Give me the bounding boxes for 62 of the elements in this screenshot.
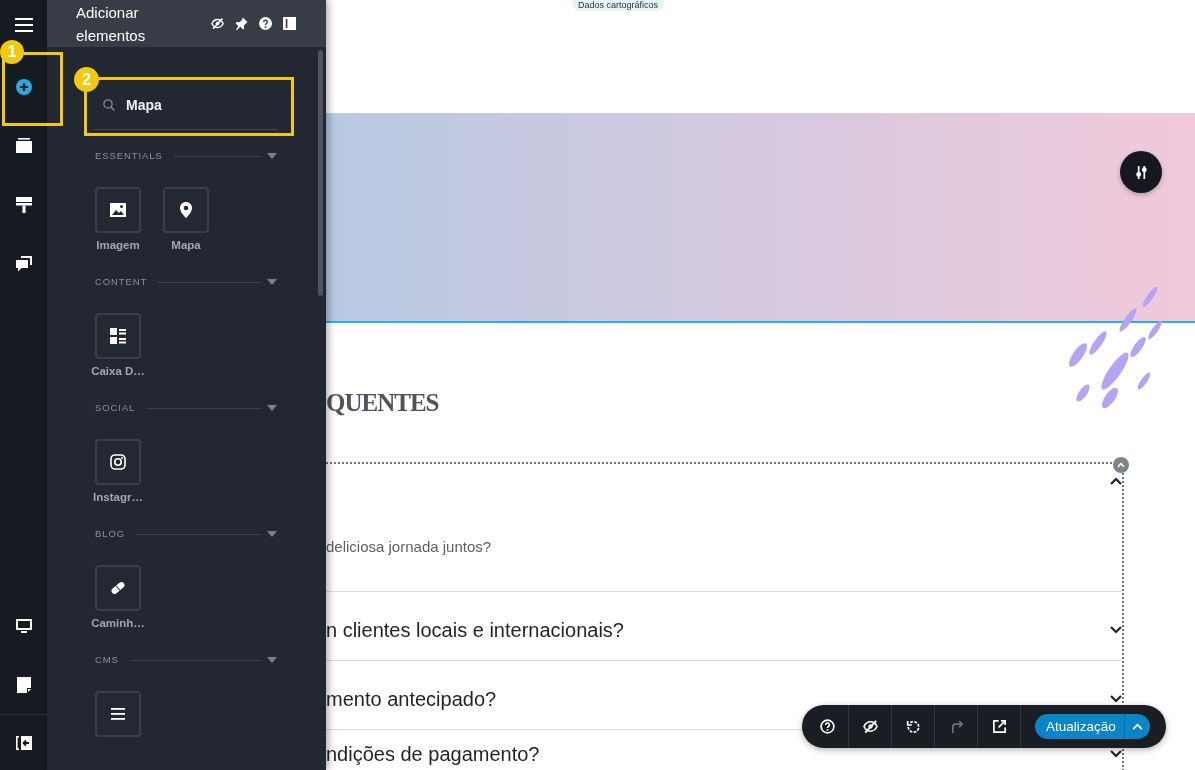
caret-down-icon[interactable] <box>267 279 277 285</box>
section-label: ESSENTIALS <box>95 149 163 163</box>
faq-question[interactable]: ndições de pagamento? <box>326 742 540 766</box>
list-icon <box>110 706 126 722</box>
layout-icon <box>110 328 126 344</box>
tile-label: Mapa <box>171 238 201 253</box>
options-button[interactable] <box>1123 714 1150 739</box>
scrollbar[interactable] <box>318 50 323 296</box>
tile-label: Caixa D… <box>91 364 145 379</box>
map-attribution: Dados cartográficos <box>572 0 665 11</box>
search-icon <box>103 99 115 111</box>
chat-icon[interactable] <box>15 255 32 272</box>
caret-down-icon[interactable] <box>267 405 277 411</box>
section-label: BLOG <box>95 527 125 541</box>
faq-answer: deliciosa jornada juntos? <box>326 537 493 557</box>
undo-icon[interactable] <box>905 719 921 734</box>
panel-title: Adicionar elementos <box>76 2 147 46</box>
element-tile[interactable] <box>95 313 141 359</box>
help-icon[interactable] <box>259 17 272 30</box>
update-button[interactable]: Atualização <box>1035 714 1124 739</box>
section-heading: QUENTES <box>326 389 440 417</box>
eye-slash-icon[interactable] <box>862 719 878 734</box>
chevron-up-icon[interactable] <box>1110 477 1122 485</box>
camera-icon <box>110 454 126 470</box>
faq-question[interactable]: mento antecipado? <box>326 686 497 711</box>
sidebar-icon[interactable] <box>283 17 296 30</box>
note-icon[interactable] <box>16 676 31 693</box>
image-icon <box>110 202 126 218</box>
tile-label: Caminh… <box>91 616 145 631</box>
exit-icon[interactable] <box>15 735 32 750</box>
caret-down-icon[interactable] <box>267 531 277 537</box>
sliders-icon <box>1133 164 1149 180</box>
section-label: CMS <box>95 653 119 667</box>
section-label: SOCIAL <box>95 401 136 415</box>
chevron-down-icon[interactable] <box>1110 750 1122 758</box>
tile-label: Imagem <box>96 238 140 253</box>
element-tile[interactable] <box>163 187 209 233</box>
brush-icon[interactable] <box>15 196 32 213</box>
caret-up-icon <box>1131 723 1143 730</box>
pin-icon[interactable] <box>235 17 248 30</box>
caret-down-icon[interactable] <box>267 657 277 663</box>
element-tile[interactable] <box>95 565 141 611</box>
eye-slash-icon[interactable] <box>211 17 224 30</box>
caret-down-icon[interactable] <box>267 153 277 159</box>
tile-label: Instagr… <box>93 490 143 505</box>
section-label: CONTENT <box>95 275 148 289</box>
help-icon[interactable] <box>819 719 835 734</box>
chevron-down-icon[interactable] <box>1110 625 1122 634</box>
element-tile[interactable] <box>95 691 141 737</box>
stack-icon[interactable] <box>15 138 32 153</box>
monitor-icon[interactable] <box>15 618 32 633</box>
settings-button[interactable] <box>1120 151 1162 193</box>
collapse-caret-icon[interactable] <box>1113 457 1129 473</box>
add-icon[interactable] <box>15 78 32 95</box>
search-field[interactable]: Mapa <box>95 84 277 130</box>
faq-question[interactable]: n clientes locais e internacionais? <box>326 617 624 642</box>
external-link-icon[interactable] <box>991 719 1007 734</box>
chevron-down-icon[interactable] <box>1110 694 1122 703</box>
menu-icon[interactable] <box>14 18 33 32</box>
map-pin-icon <box>178 202 194 218</box>
element-tile[interactable] <box>95 439 141 485</box>
element-tile[interactable] <box>95 187 141 233</box>
